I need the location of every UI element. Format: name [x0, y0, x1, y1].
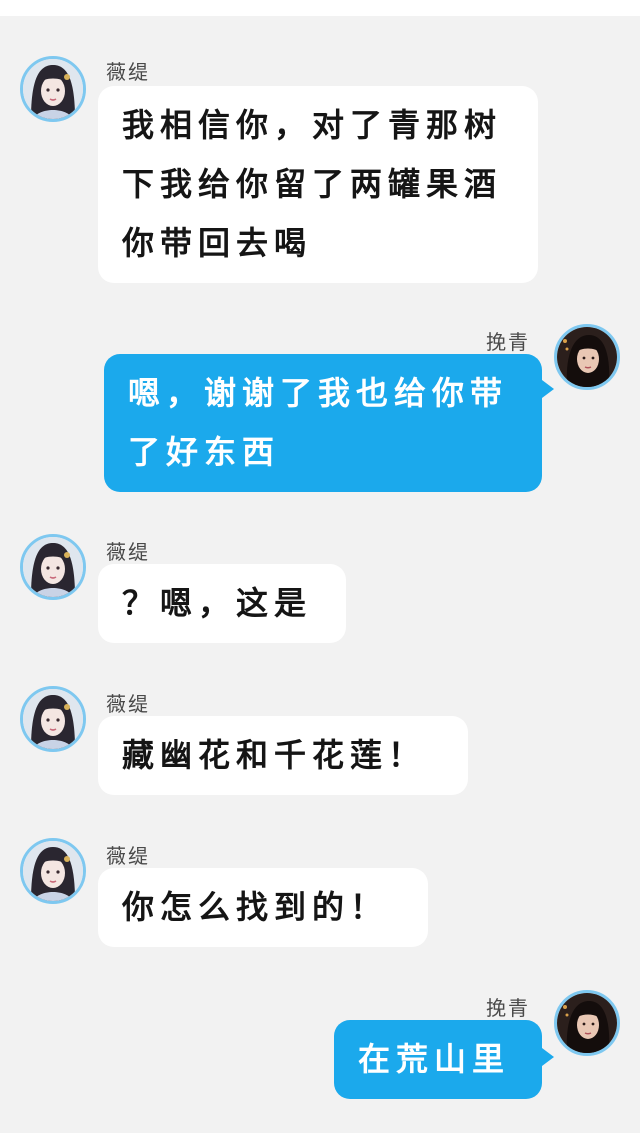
sender-name: 薇缇: [106, 60, 150, 84]
avatar-painted-woman-icon[interactable]: [20, 534, 86, 600]
bubble-tail: [542, 380, 554, 398]
avatar-photo-woman-icon[interactable]: [554, 990, 620, 1056]
message-row: 挽青 嗯，谢谢了我也给你带了好东西: [0, 322, 640, 492]
message-bubble[interactable]: ？嗯，这是: [98, 564, 346, 643]
message-row: 薇缇 ？嗯，这是: [0, 534, 640, 644]
top-bar-strip: [0, 0, 640, 16]
sender-name: 薇缇: [106, 692, 150, 716]
message-bubble[interactable]: 在荒山里: [334, 1020, 542, 1099]
message-bubble[interactable]: 嗯，谢谢了我也给你带了好东西: [104, 354, 542, 492]
message-row: 挽青 在荒山里: [0, 988, 640, 1103]
sender-name: 挽青: [486, 996, 530, 1020]
avatar-painted-woman-icon[interactable]: [20, 838, 86, 904]
bubble-tail: [542, 1048, 554, 1066]
avatar-painted-woman-icon[interactable]: [20, 56, 86, 122]
sender-name: 挽青: [486, 330, 530, 354]
message-bubble[interactable]: 藏幽花和千花莲！: [98, 716, 468, 795]
avatar-photo-woman-icon[interactable]: [554, 324, 620, 390]
message-row: 薇缇 你怎么找到的！: [0, 838, 640, 948]
message-bubble[interactable]: 我相信你，对了青那树下我给你留了两罐果酒你带回去喝: [98, 86, 538, 283]
avatar-painted-woman-icon[interactable]: [20, 686, 86, 752]
message-bubble[interactable]: 你怎么找到的！: [98, 868, 428, 947]
message-row: 薇缇 我相信你，对了青那树下我给你留了两罐果酒你带回去喝: [0, 56, 640, 286]
sender-name: 薇缇: [106, 844, 150, 868]
sender-name: 薇缇: [106, 540, 150, 564]
message-row: 薇缇 藏幽花和千花莲！: [0, 686, 640, 796]
